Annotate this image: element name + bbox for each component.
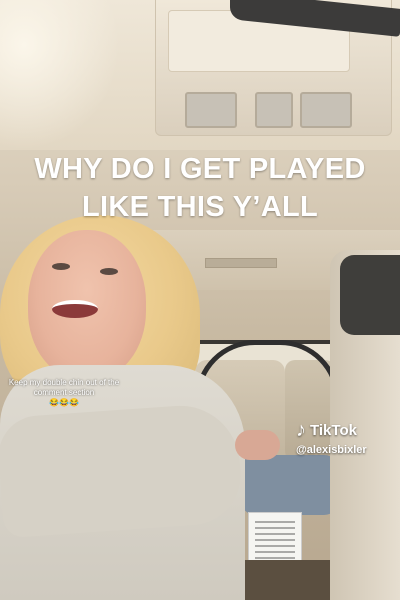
laughing-emoji-icon: 😂😂😂 <box>49 398 79 407</box>
car-seat-base <box>240 455 340 515</box>
map-light-left <box>185 92 237 128</box>
rear-dome-light <box>205 258 277 268</box>
person-eye-right <box>100 268 118 275</box>
person-mouth <box>52 300 98 318</box>
map-light-right <box>300 92 352 128</box>
tiktok-watermark: ♪ TikTok @alexisbixler <box>296 420 367 456</box>
tiktok-note-icon: ♪ <box>296 419 306 441</box>
person-hand <box>235 430 280 460</box>
sunlight-glare <box>0 0 120 150</box>
tiktok-brand-label: TikTok <box>310 421 357 439</box>
video-headline-text: WHY DO I GET PLAYED LIKE THIS Y’ALL <box>34 153 366 223</box>
creator-username: @alexisbixler <box>296 444 367 456</box>
video-frame: WHY DO I GET PLAYED LIKE THIS Y’ALL Keep… <box>0 0 400 600</box>
caption-line: Keep my double chin out of the comment s… <box>8 378 120 397</box>
console-switch <box>255 92 293 128</box>
person-eye-left <box>52 263 70 270</box>
video-caption-text: Keep my double chin out of the comment s… <box>8 378 120 408</box>
person-arm <box>0 401 244 539</box>
front-headrest <box>340 255 400 335</box>
